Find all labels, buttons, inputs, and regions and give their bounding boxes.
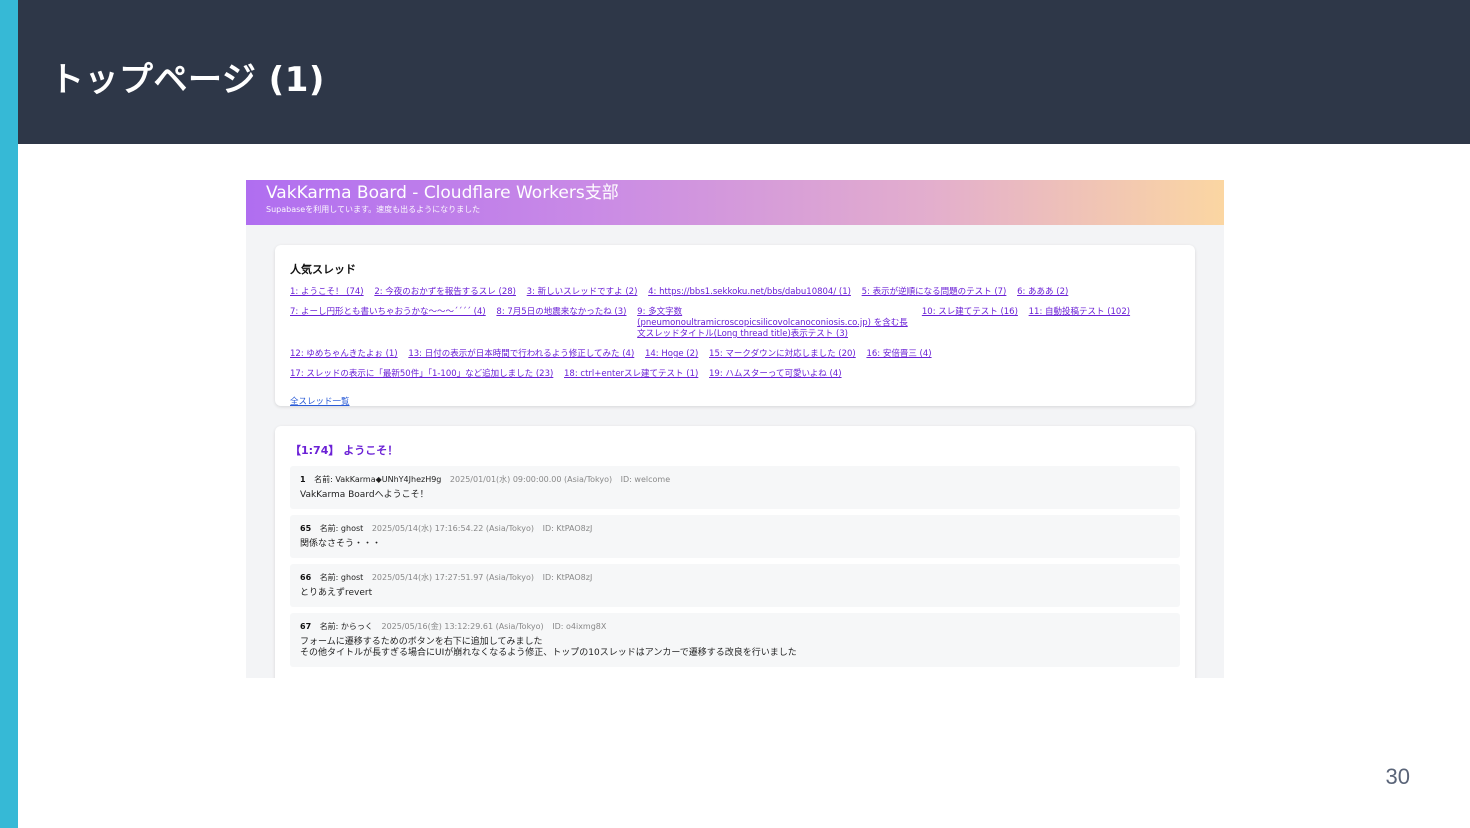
thread-link[interactable]: 18: ctrl+enterスレ建てテスト (1) (564, 369, 698, 379)
thread-link[interactable]: 12: ゆめちゃんきたよぉ (1) (290, 349, 398, 359)
thread-link[interactable]: 4: https://bbs1.sekkoku.net/bbs/dabu1080… (648, 287, 851, 297)
post-date: 2025/05/14(水) 17:16:54.22 (Asia/Tokyo) (371, 524, 535, 533)
post-body: とりあえずrevert (300, 588, 373, 598)
post-author: 名前: からっく (319, 622, 373, 631)
post-date: 2025/01/01(水) 09:00:00.00 (Asia/Tokyo) (449, 475, 613, 484)
post: 65 名前: ghost 2025/05/14(水) 17:16:54.22 (… (290, 515, 1180, 558)
all-threads-link[interactable]: 全スレッド一覧 (290, 397, 350, 407)
thread-link-row: 17: スレッドの表示に「最新50件」「1-100」など追加しました (23) … (290, 369, 1180, 380)
board-screenshot: VakKarma Board - Cloudflare Workers支部 Su… (246, 180, 1224, 678)
thread-link[interactable]: 8: 7月5日の地震来なかったね (3) (496, 307, 626, 317)
post-number[interactable]: 1 (300, 475, 306, 484)
post-date: 2025/05/14(水) 17:27:51.97 (Asia/Tokyo) (371, 573, 535, 582)
slide-accent-bar (0, 0, 18, 828)
site-header: VakKarma Board - Cloudflare Workers支部 Su… (246, 180, 1224, 225)
slide-title: トップページ (1) (50, 60, 325, 100)
slide-header: トップページ (1) (18, 0, 1470, 144)
thread-link[interactable]: 5: 表示が逆順になる問題のテスト (7) (862, 287, 1007, 297)
thread-link[interactable]: 11: 自動投稿テスト (102) (1029, 307, 1130, 317)
post-number[interactable]: 65 (300, 524, 311, 533)
thread-card: 【1:74】 ようこそ！ 1 名前: VakKarma◆UNhY4JhezH9g… (275, 426, 1195, 678)
thread-link[interactable]: 2: 今夜のおかずを報告するスレ (28) (374, 287, 516, 297)
popular-threads-heading: 人気スレッド (290, 263, 356, 276)
thread-link[interactable]: 14: Hoge (2) (645, 349, 698, 359)
post: 1 名前: VakKarma◆UNhY4JhezH9g 2025/01/01(水… (290, 466, 1180, 509)
thread-link[interactable]: 15: マークダウンに対応しました (20) (709, 349, 856, 359)
post-id: ID: o4ixmg8X (552, 622, 607, 631)
post-id: ID: welcome (620, 475, 671, 484)
thread-link[interactable]: 13: 日付の表示が日本時間で行われるよう修正してみた (4) (408, 349, 634, 359)
thread-link[interactable]: 19: ハムスターって可愛いよね (4) (709, 369, 842, 379)
post-id: ID: KtPAO8zJ (542, 573, 593, 582)
post-meta: 65 名前: ghost 2025/05/14(水) 17:16:54.22 (… (300, 523, 1170, 534)
thread-link-row: 1: ようこそ！ (74) 2: 今夜のおかずを報告するスレ (28) 3: 新… (290, 287, 1180, 298)
thread-title[interactable]: 【1:74】 ようこそ！ (290, 442, 1180, 458)
post-author: 名前: ghost (319, 573, 364, 582)
thread-link-row: 7: よーし円形とも書いちゃおうかな〜〜〜´´´´ (4) 8: 7月5日の地震… (290, 307, 1180, 340)
thread-link[interactable]: 1: ようこそ！ (74) (290, 287, 364, 297)
thread-link[interactable]: 6: あああ (2) (1017, 287, 1068, 297)
popular-threads-card: 人気スレッド 1: ようこそ！ (74) 2: 今夜のおかずを報告するスレ (2… (275, 245, 1195, 407)
site-title[interactable]: VakKarma Board - Cloudflare Workers支部 (266, 182, 1204, 204)
post-id: ID: KtPAO8zJ (542, 524, 593, 533)
post-number[interactable]: 67 (300, 622, 311, 631)
thread-link-row: 12: ゆめちゃんきたよぉ (1) 13: 日付の表示が日本時間で行われるよう修… (290, 349, 1180, 360)
thread-link[interactable]: 16: 安倍晋三 (4) (866, 349, 931, 359)
post-meta: 67 名前: からっく 2025/05/16(金) 13:12:29.61 (A… (300, 621, 1170, 632)
post-author: 名前: VakKarma◆UNhY4JhezH9g (314, 475, 442, 484)
post-number[interactable]: 66 (300, 573, 311, 582)
thread-link[interactable]: 10: スレ建てテスト (16) (922, 307, 1018, 317)
post: 67 名前: からっく 2025/05/16(金) 13:12:29.61 (A… (290, 613, 1180, 667)
post-body: 関係なさそう・・・ (300, 539, 382, 549)
site-subtitle: Supabaseを利用しています。速度も出るようになりました (266, 205, 481, 214)
post-date: 2025/05/16(金) 13:12:29.61 (Asia/Tokyo) (381, 622, 544, 631)
thread-link[interactable]: 3: 新しいスレッドですよ (2) (527, 287, 638, 297)
thread-link[interactable]: 17: スレッドの表示に「最新50件」「1-100」など追加しました (23) (290, 369, 553, 379)
post: 66 名前: ghost 2025/05/14(水) 17:27:51.97 (… (290, 564, 1180, 607)
thread-link[interactable]: 7: よーし円形とも書いちゃおうかな〜〜〜´´´´ (4) (290, 307, 486, 317)
thread-link-long-title[interactable]: 9: 多文字数(pneumonoultramicroscopicsilicovo… (637, 307, 911, 340)
post-body: VakKarma Boardへようこそ！ (300, 490, 429, 500)
post-meta: 66 名前: ghost 2025/05/14(水) 17:27:51.97 (… (300, 572, 1170, 583)
post-author: 名前: ghost (319, 524, 364, 533)
post-body: フォームに遷移するためのボタンを右下に追加してみました その他タイトルが長すぎる… (300, 637, 797, 658)
slide-page-number: 30 (1385, 764, 1410, 789)
post-meta: 1 名前: VakKarma◆UNhY4JhezH9g 2025/01/01(水… (300, 474, 1170, 485)
